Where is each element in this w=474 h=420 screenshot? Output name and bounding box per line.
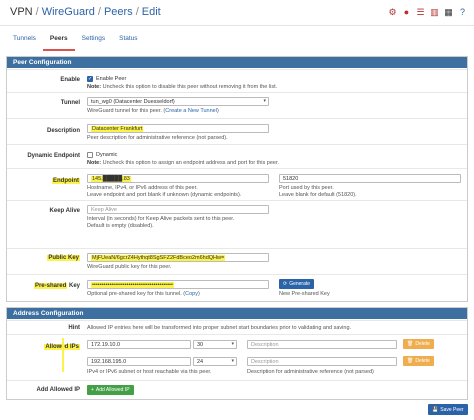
chevron-down-icon: ▾ bbox=[263, 98, 266, 104]
add-allowed-ip-button[interactable]: + Add Allowed IP bbox=[87, 385, 134, 395]
address-configuration-panel: Address Configuration Hint Allowed IP en… bbox=[6, 307, 468, 400]
public-key-row: Public Key MjFUeaN/6gcrZ4Hythqt8SgSFZ2Fd… bbox=[7, 248, 467, 274]
table-icon[interactable]: ▦ bbox=[443, 7, 454, 18]
delete-allowed-ip-button[interactable]: 🗑 Delete bbox=[403, 339, 434, 349]
endpoint-input[interactable]: 145.█████.83 bbox=[87, 174, 269, 183]
hint-row: Hint Allowed IP entries here will be tra… bbox=[7, 320, 467, 334]
tab-settings[interactable]: Settings bbox=[75, 31, 113, 51]
delete-allowed-ip-button[interactable]: 🗑 Delete bbox=[403, 356, 434, 366]
allowed-ips-row: Allowed IPs 172.19.10.0 30 ▾ Description … bbox=[7, 334, 467, 380]
generate-psk-help: New Pre-shared Key bbox=[279, 291, 330, 297]
psk-row: Pre-shared Key •••••••••••••••••••••••••… bbox=[7, 274, 467, 302]
trash-icon: 🗑 bbox=[407, 358, 414, 364]
tab-tunnels[interactable]: Tunnels bbox=[6, 31, 43, 51]
chevron-down-icon: ▾ bbox=[231, 341, 234, 347]
save-icon: 💾 bbox=[432, 406, 439, 413]
keep-alive-help-1: Interval (in seconds) for Keep Alive pac… bbox=[87, 216, 235, 222]
chevron-down-icon: ▾ bbox=[231, 358, 234, 364]
enable-label: Enable bbox=[60, 77, 80, 83]
tunnel-select[interactable]: tun_wg0 (Datacenter Duesseldorf) ▾ bbox=[87, 97, 269, 106]
psk-label: Pre-shared Key bbox=[33, 283, 80, 289]
allowed-ip-help: IPv4 or IPv6 subnet or host reachable vi… bbox=[87, 369, 212, 375]
tab-peers[interactable]: Peers bbox=[42, 31, 75, 51]
psk-input[interactable]: ••••••••••••••••••••••••••••••••••••••••… bbox=[87, 280, 269, 289]
copy-psk-link[interactable]: Copy bbox=[185, 291, 198, 297]
refresh-icon: ⟳ bbox=[283, 281, 288, 287]
address-configuration-title: Address Configuration bbox=[7, 308, 467, 319]
description-help: Peer description for administrative refe… bbox=[87, 135, 228, 141]
breadcrumb-vpn: VPN bbox=[10, 6, 33, 18]
endpoint-row: Endpoint 145.█████.83 Hostname, IPv4, or… bbox=[7, 168, 467, 200]
breadcrumb: VPN / WireGuard / Peers / Edit bbox=[10, 6, 161, 18]
add-allowed-ip-row: Add Allowed IP + Add Allowed IP bbox=[7, 380, 467, 399]
allowed-ip-description-input[interactable]: Description bbox=[247, 357, 397, 366]
allowed-ip-input[interactable]: 172.19.10.0 bbox=[87, 340, 191, 349]
dynamic-endpoint-label: Dynamic Endpoint bbox=[27, 153, 80, 159]
dynamic-note: Note: Uncheck this option to assign an e… bbox=[87, 160, 280, 166]
keep-alive-help-2: Default is empty (disabled). bbox=[87, 223, 154, 229]
hint-text: Allowed IP entries here will be transfor… bbox=[87, 325, 352, 331]
plus-icon: + bbox=[91, 387, 94, 393]
annotation-marker bbox=[62, 338, 64, 372]
generate-psk-button[interactable]: ⟳ Generate bbox=[279, 279, 315, 289]
stop-icon[interactable]: ● bbox=[401, 7, 412, 18]
port-help-1: Port used by this peer. bbox=[279, 185, 334, 191]
save-peer-button[interactable]: 💾 Save Peer bbox=[428, 404, 468, 415]
peer-configuration-title: Peer Configuration bbox=[7, 57, 467, 68]
port-help-2: Leave blank for default (51820). bbox=[279, 192, 357, 198]
top-icons: ⚙ ● ☰ ▥ ▦ ? bbox=[387, 7, 468, 18]
keep-alive-row: Keep Alive Keep Alive Interval (in secon… bbox=[7, 200, 467, 248]
keep-alive-input[interactable]: Keep Alive bbox=[87, 205, 269, 214]
dynamic-checkbox-label: Dynamic bbox=[96, 152, 118, 158]
peer-configuration-panel: Peer Configuration Enable Enable Peer No… bbox=[6, 56, 468, 302]
public-key-help: WireGuard public key for this peer. bbox=[87, 264, 172, 270]
top-bar: VPN / WireGuard / Peers / Edit ⚙ ● ☰ ▥ ▦ ? bbox=[0, 0, 474, 26]
enable-peer-checkbox[interactable] bbox=[87, 76, 93, 82]
description-label: Description bbox=[46, 128, 80, 134]
tunnel-row: Tunnel tun_wg0 (Datacenter Duesseldorf) ▾… bbox=[7, 92, 467, 118]
sliders-icon[interactable]: ⚙ bbox=[387, 7, 398, 18]
chart-icon[interactable]: ▥ bbox=[429, 7, 440, 18]
help-icon[interactable]: ? bbox=[457, 7, 468, 18]
breadcrumb-wireguard-link[interactable]: WireGuard bbox=[42, 6, 95, 18]
dynamic-checkbox[interactable] bbox=[87, 152, 93, 158]
hint-label: Hint bbox=[68, 325, 80, 331]
allowed-ip-description-input[interactable]: Description bbox=[247, 340, 397, 349]
allowed-ip-mask-select[interactable]: 30 ▾ bbox=[193, 340, 237, 349]
public-key-label: Public Key bbox=[47, 255, 80, 261]
tab-bar: Tunnels Peers Settings Status bbox=[6, 31, 145, 51]
enable-peer-checkbox-label: Enable Peer bbox=[96, 76, 127, 82]
endpoint-help-1: Hostname, IPv4, or IPv6 address of this … bbox=[87, 185, 198, 191]
tunnel-label: Tunnel bbox=[60, 100, 80, 106]
add-allowed-ip-label: Add Allowed IP bbox=[36, 387, 80, 393]
dynamic-endpoint-row: Dynamic Endpoint Dynamic Note: Uncheck t… bbox=[7, 144, 467, 168]
enable-note: Note: Uncheck this option to disable thi… bbox=[87, 84, 278, 90]
description-row: Description Datacenter Frankfurt Peer de… bbox=[7, 118, 467, 144]
allowed-ip-mask-select[interactable]: 24 ▾ bbox=[193, 357, 237, 366]
tab-status[interactable]: Status bbox=[112, 31, 144, 51]
breadcrumb-peers-link[interactable]: Peers bbox=[104, 6, 133, 18]
public-key-input[interactable]: MjFUeaN/6gcrZ4Hythqt8SgSFZ2FdBceo2m6hdQH… bbox=[87, 253, 269, 262]
endpoint-label: Endpoint bbox=[52, 178, 80, 184]
keep-alive-label: Keep Alive bbox=[49, 208, 80, 214]
description-input[interactable]: Datacenter Frankfurt bbox=[87, 124, 269, 133]
allowed-ip-input[interactable]: 192.168.195.0 bbox=[87, 357, 191, 366]
endpoint-help-2: Leave endpoint and port blank if unknown… bbox=[87, 192, 242, 198]
create-tunnel-link[interactable]: Create a New Tunnel bbox=[165, 108, 217, 114]
breadcrumb-edit-link[interactable]: Edit bbox=[142, 6, 161, 18]
list-icon[interactable]: ☰ bbox=[415, 7, 426, 18]
tunnel-help: WireGuard tunnel for this peer. (Create … bbox=[87, 108, 219, 114]
allowed-ip-description-help: Description for administrative reference… bbox=[247, 369, 374, 375]
enable-row: Enable Enable Peer Note: Uncheck this op… bbox=[7, 69, 467, 92]
trash-icon: 🗑 bbox=[407, 341, 414, 347]
endpoint-port-input[interactable]: 51820 bbox=[279, 174, 461, 183]
psk-help: Optional pre-shared key for this tunnel.… bbox=[87, 291, 200, 297]
